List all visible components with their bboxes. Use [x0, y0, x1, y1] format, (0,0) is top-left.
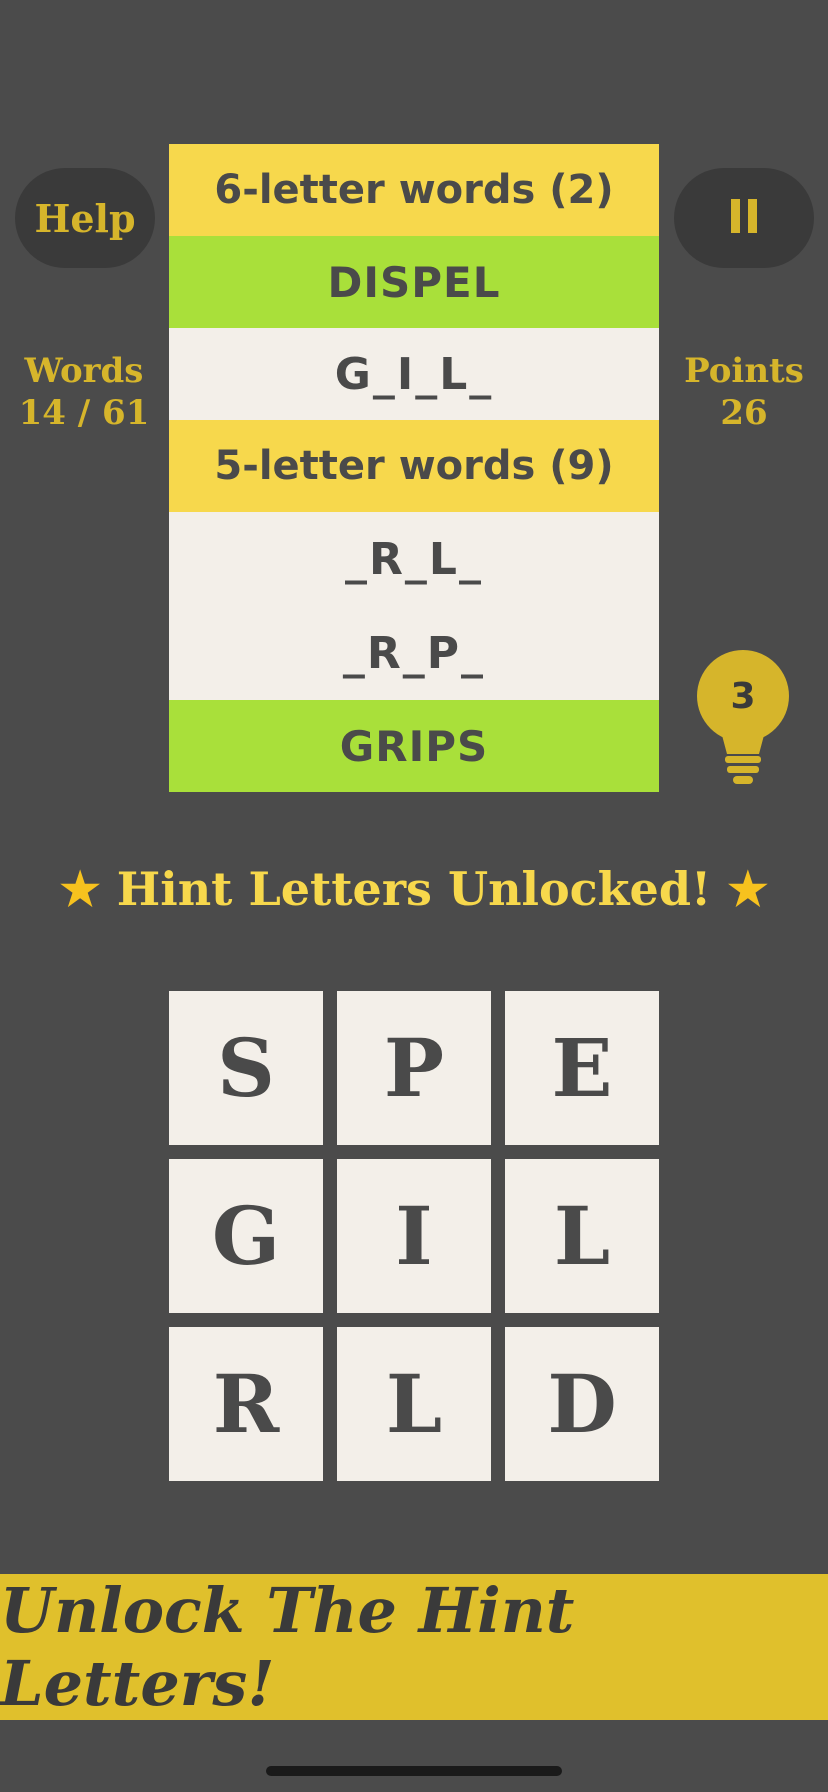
lightbulb-icon: [697, 650, 789, 784]
group-header-5-letter: 5-letter words (9): [169, 420, 659, 512]
words-value: 14 / 61: [18, 393, 150, 433]
unlock-hint-letters-button[interactable]: Unlock The Hint Letters!: [0, 1574, 828, 1720]
group-header-6-letter: 6-letter words (2): [169, 144, 659, 236]
letter-tile[interactable]: R: [169, 1327, 323, 1481]
letter-tile[interactable]: P: [337, 991, 491, 1145]
hint-unlocked-banner: ★ Hint Letters Unlocked! ★: [0, 862, 828, 916]
hint-button[interactable]: 3: [697, 650, 789, 790]
unlock-label: Unlock The Hint Letters!: [0, 1574, 575, 1720]
word-row-masked: _R_P_: [169, 606, 659, 700]
letter-tile[interactable]: I: [337, 1159, 491, 1313]
points-value: 26: [720, 393, 768, 433]
letter-tile[interactable]: S: [169, 991, 323, 1145]
letter-grid: S P E G I L R L D: [169, 991, 659, 1481]
word-row-found: GRIPS: [169, 700, 659, 792]
word-row-masked: _R_L_: [169, 512, 659, 606]
letter-tile[interactable]: G: [169, 1159, 323, 1313]
word-row-found: DISPEL: [169, 236, 659, 328]
word-list: 6-letter words (2) DISPEL G_I_L_ 5-lette…: [169, 144, 659, 792]
letter-tile[interactable]: D: [505, 1327, 659, 1481]
home-indicator[interactable]: [266, 1766, 562, 1776]
letter-tile[interactable]: L: [505, 1159, 659, 1313]
hint-count: 3: [730, 676, 756, 717]
words-label: Words: [24, 351, 144, 391]
star-icon: ★: [59, 862, 101, 916]
banner-text: Hint Letters Unlocked!: [116, 862, 712, 916]
points-label: Points: [684, 351, 804, 391]
star-icon: ★: [727, 862, 769, 916]
pause-icon: [727, 199, 761, 237]
letter-tile[interactable]: E: [505, 991, 659, 1145]
help-label: Help: [34, 195, 136, 241]
pause-button[interactable]: [674, 168, 814, 268]
words-counter: Words 14 / 61: [8, 350, 160, 434]
help-button[interactable]: Help: [15, 168, 155, 268]
word-row-masked: G_I_L_: [169, 328, 659, 420]
letter-tile[interactable]: L: [337, 1327, 491, 1481]
points-counter: Points 26: [668, 350, 820, 434]
